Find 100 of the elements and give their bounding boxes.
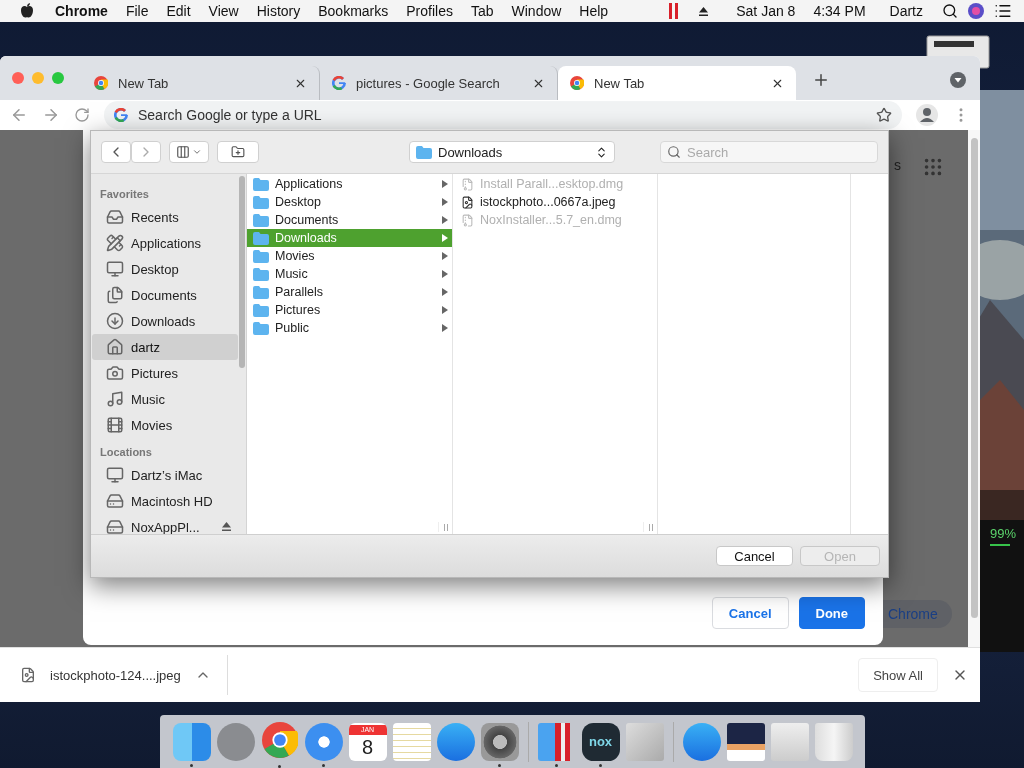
folder-icon — [253, 303, 269, 317]
sidebar-item[interactable]: Dartz’s iMac — [92, 462, 238, 488]
menu-item[interactable]: History — [247, 3, 310, 19]
columns-icon — [176, 145, 190, 159]
sidebar-item[interactable]: Music — [92, 386, 238, 412]
archive-file-icon — [461, 177, 474, 191]
menu-item[interactable]: Window — [502, 3, 571, 19]
sidebar-item[interactable]: Applications — [92, 230, 238, 256]
menu-item[interactable]: Edit — [157, 3, 200, 19]
menu-item[interactable]: File — [116, 3, 158, 19]
profile-avatar-icon[interactable] — [916, 104, 938, 126]
menu-item[interactable]: View — [199, 3, 248, 19]
sidebar-item[interactable]: Documents — [92, 282, 238, 308]
hard-drive-icon — [106, 492, 124, 510]
download-item[interactable]: istockphoto-124....jpeg — [20, 655, 228, 695]
download-icon — [106, 312, 124, 330]
search-field[interactable]: Search — [660, 141, 878, 163]
sidebar-heading: Favorites — [99, 187, 150, 202]
chrome-logo-icon — [570, 76, 584, 90]
photo-icon[interactable] — [726, 722, 765, 761]
tab-search-icon[interactable] — [950, 72, 966, 88]
camera-icon — [106, 364, 124, 382]
folder-icon — [253, 249, 269, 263]
show-all-button[interactable]: Show All — [858, 658, 938, 692]
sidebar-item[interactable]: Recents — [92, 204, 238, 230]
notepad-icon[interactable] — [392, 722, 431, 761]
search-input[interactable]: Search — [687, 144, 867, 160]
folder-row[interactable]: Pictures — [247, 301, 452, 319]
address-bar[interactable]: Search Google or type a URL — [104, 101, 902, 129]
folder-row[interactable]: Public — [247, 319, 452, 337]
close-light-icon[interactable] — [12, 72, 24, 84]
siri-icon[interactable] — [968, 3, 984, 19]
folder-row[interactable]: Applications — [247, 175, 452, 193]
menu-item[interactable]: Profiles — [397, 3, 462, 19]
disclosure-arrow-icon — [442, 324, 448, 332]
location-popup[interactable]: Downloads — [409, 141, 615, 163]
back-button[interactable] — [101, 141, 131, 163]
sidebar-item[interactable]: NoxAppPl... — [92, 514, 238, 540]
star-icon[interactable] — [876, 107, 892, 123]
menu-item[interactable]: Tab — [461, 3, 503, 19]
folder-row[interactable]: Movies — [247, 247, 452, 265]
new-tab-icon[interactable] — [812, 71, 830, 89]
up-down-icon — [595, 145, 608, 159]
menu-date[interactable]: Sat Jan 8 — [727, 3, 805, 19]
cancel-button[interactable]: Cancel — [716, 546, 793, 566]
monitor-icon — [106, 466, 124, 484]
forward-icon[interactable] — [42, 106, 60, 124]
eject-icon[interactable] — [698, 5, 710, 17]
compass-icon[interactable] — [304, 722, 343, 761]
done-button[interactable]: Done — [798, 597, 865, 629]
download-file-name: istockphoto-124....jpeg — [50, 667, 181, 683]
menu-item[interactable]: Bookmarks — [309, 3, 398, 19]
sidebar-item[interactable]: dartz — [92, 334, 238, 360]
list-icon[interactable] — [994, 2, 1012, 20]
sidebar-item[interactable]: Macintosh HD — [92, 488, 238, 514]
chrome-logo-icon — [94, 76, 108, 90]
nox-app-icon[interactable]: nox — [581, 722, 620, 761]
disclosure-arrow-icon — [442, 180, 448, 188]
disclosure-arrow-icon — [442, 288, 448, 296]
google-g-icon — [114, 108, 128, 122]
search-icon[interactable] — [942, 3, 958, 19]
menu-item[interactable]: Help — [570, 3, 618, 19]
new-folder-button[interactable] — [217, 141, 259, 163]
menu-time[interactable]: 4:34 PM — [804, 3, 875, 19]
meter-reading: 99% — [990, 526, 1018, 541]
folder-row[interactable]: Parallels — [247, 283, 452, 301]
sidebar-item[interactable]: Movies — [92, 412, 238, 438]
folder-icon — [253, 267, 269, 281]
back-icon[interactable] — [10, 106, 28, 124]
new-folder-icon — [231, 145, 245, 159]
gear-icon[interactable] — [480, 722, 519, 761]
page-text: s — [894, 157, 901, 173]
apps-grid-icon[interactable] — [922, 156, 944, 178]
folder-row[interactable]: Documents — [247, 211, 452, 229]
browser-tab[interactable]: New Tab — [558, 66, 796, 100]
hard-drive-icon — [106, 518, 124, 536]
app-menu[interactable]: Chrome — [46, 3, 117, 19]
image-file-icon — [461, 195, 474, 209]
address-placeholder: Search Google or type a URL — [138, 107, 322, 123]
apple-icon[interactable] — [20, 3, 34, 19]
caret-icon — [192, 147, 202, 157]
music-note-icon — [106, 390, 124, 408]
scrollbar-thumb[interactable] — [239, 176, 245, 368]
parallels-bars-icon[interactable] — [668, 3, 681, 19]
files-icon — [106, 286, 124, 304]
view-button[interactable] — [169, 141, 209, 163]
disclosure-arrow-icon — [442, 306, 448, 314]
scrollbar-thumb[interactable] — [970, 138, 978, 618]
folder-row[interactable]: Music — [247, 265, 452, 283]
sidebar-item[interactable]: Desktop — [92, 256, 238, 282]
folder-row[interactable]: Desktop — [247, 193, 452, 211]
eject-icon[interactable] — [221, 520, 232, 532]
zoom-light-icon[interactable] — [52, 72, 64, 84]
sidebar-item[interactable]: Downloads — [92, 308, 238, 334]
user-name[interactable]: Dartz — [880, 3, 932, 19]
sidebar-heading: Locations — [99, 445, 153, 460]
cancel-button[interactable]: Cancel — [711, 597, 789, 629]
sidebar-item[interactable]: Pictures — [92, 360, 238, 386]
file-row[interactable]: istockphoto...0667a.jpeg — [453, 193, 657, 211]
reload-icon[interactable] — [74, 107, 90, 123]
